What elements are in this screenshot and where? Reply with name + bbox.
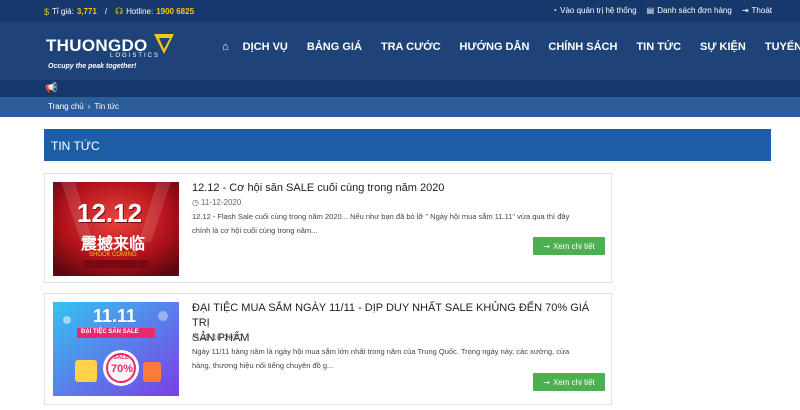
- hotline-value: 1900 6825: [156, 7, 195, 16]
- nav-item-tuyen-dung[interactable]: TUYỂN DỤNG: [765, 41, 800, 53]
- post-excerpt: 12.12 - Flash Sale cuối cùng trong năm 2…: [192, 210, 602, 238]
- thumb-cn-text: 震撼来临: [81, 234, 146, 253]
- view-detail-button[interactable]: ➞ Xem chi tiết: [533, 237, 605, 255]
- post-card: 11.11 ĐẠI TIỆC SĂN SALE SALE 70% ĐẠI TIỆ…: [44, 293, 612, 405]
- thumb-sale-text: SALE: [113, 355, 130, 361]
- post-date-text: 11-12-2020: [200, 198, 242, 207]
- thumb-percent-text: 70%: [111, 363, 134, 375]
- nav-item-dich-vu[interactable]: DỊCH VỤ: [243, 41, 288, 53]
- post-card: 12.12 震撼来临 SHOCK COMING 12.12 - Cơ hội s…: [44, 173, 612, 283]
- section-title: TIN TỨC: [51, 139, 100, 153]
- admin-link[interactable]: ◔ Vào quản trị hệ thống: [552, 6, 636, 15]
- logout-link[interactable]: ⇥ Thoát: [742, 6, 772, 15]
- post-date: ◷ 11-12-2020: [192, 198, 241, 207]
- thumb-en-text: SHOCK COMING: [89, 252, 137, 258]
- exchange-value: 3,771: [76, 7, 97, 16]
- post-excerpt: Ngày 11/11 hàng năm là ngày hội mua sắm …: [192, 345, 602, 373]
- post-excerpt-line: chính là cơ hội cuối cùng trong năm...: [192, 226, 318, 235]
- post-excerpt-line: hàng, thương hiệu nổi tiếng chuyên đồ g.…: [192, 361, 334, 370]
- clock-icon: ◷: [192, 198, 199, 207]
- nav-item-huong-dan[interactable]: HƯỚNG DẪN: [460, 41, 530, 53]
- orders-link-label: Danh sách đơn hàng: [657, 6, 732, 15]
- admin-link-label: Vào quản trị hệ thống: [560, 6, 637, 15]
- breadcrumb-current: Tin tức: [94, 102, 120, 111]
- thumb-banner-text: ĐẠI TIỆC SĂN SALE: [81, 329, 139, 335]
- dashboard-icon: ◔: [552, 6, 558, 15]
- post-thumbnail[interactable]: 11.11 ĐẠI TIỆC SĂN SALE SALE 70%: [53, 302, 179, 396]
- post-excerpt-line: Ngày 11/11 hàng năm là ngày hội mua sắm …: [192, 347, 570, 356]
- thumb-big-text: 12.12: [77, 198, 143, 228]
- list-icon: ▤: [646, 6, 655, 15]
- nav-item-bang-gia[interactable]: BẢNG GIÁ: [307, 41, 362, 53]
- breadcrumb-inner: Trang chủ › Tin tức: [48, 102, 119, 111]
- view-detail-button[interactable]: ➞ Xem chi tiết: [533, 373, 605, 391]
- divider: /: [104, 7, 108, 16]
- arrow-right-icon: ➞: [543, 241, 550, 251]
- nav-item-su-kien[interactable]: SỰ KIỆN: [700, 41, 746, 53]
- hotline-label: Hotline:: [126, 7, 154, 16]
- top-bar: $ Tỉ giá: 3,771 / ☊ Hotline: 1900 6825 ◔…: [0, 0, 800, 22]
- headset-icon: ☊: [115, 6, 124, 16]
- nav-item-tin-tuc[interactable]: TIN TỨC: [636, 41, 681, 53]
- post-thumbnail[interactable]: 12.12 震撼来临 SHOCK COMING: [53, 182, 179, 276]
- post-excerpt-line: 12.12 - Flash Sale cuối cùng trong năm 2…: [192, 212, 570, 221]
- section-heading: TIN TỨC: [44, 129, 771, 161]
- top-bar-left: $ Tỉ giá: 3,771 / ☊ Hotline: 1900 6825: [44, 6, 194, 17]
- post-title-line: SẢN PHẨM: [192, 332, 250, 344]
- breadcrumb-separator: ›: [87, 102, 91, 111]
- arrow-right-icon: ➞: [543, 377, 550, 387]
- nav-item-tra-cuoc[interactable]: TRA CƯỚC: [381, 41, 441, 53]
- post-title[interactable]: 12.12 - Cơ hội săn SALE cuối cùng trong …: [192, 181, 602, 196]
- logo-mark-icon: [154, 34, 174, 54]
- logout-icon: ⇥: [741, 6, 749, 15]
- view-detail-label: Xem chi tiết: [552, 377, 595, 387]
- site-logo[interactable]: THUONGDO LOGISTICS Occupy the peak toget…: [46, 30, 196, 74]
- megaphone-icon: 📢: [45, 83, 58, 94]
- logout-link-label: Thoát: [751, 6, 772, 15]
- main-nav: ⌂ DỊCH VỤ BẢNG GIÁ TRA CƯỚC HƯỚNG DẪN CH…: [222, 41, 800, 53]
- post-date-text: 29-10-2020: [200, 333, 242, 342]
- post-title-line: ĐẠI TIỆC MUA SẮM NGÀY 11/11 - DỊP DUY NH…: [192, 302, 590, 329]
- exchange-rate: $ Tỉ giá: 3,771: [44, 7, 97, 17]
- announcement-strip: 📢: [0, 80, 800, 97]
- orders-link[interactable]: ▤ Danh sách đơn hàng: [647, 6, 732, 15]
- clock-icon: ◷: [192, 333, 199, 342]
- post-date: ◷ 29-10-2020: [192, 333, 242, 342]
- thumb-big-text: 11.11: [93, 306, 137, 326]
- main-header: THUONGDO LOGISTICS Occupy the peak toget…: [0, 22, 800, 80]
- nav-item-chinh-sach[interactable]: CHÍNH SÁCH: [548, 41, 617, 53]
- breadcrumb: Trang chủ › Tin tức: [0, 97, 800, 117]
- hotline[interactable]: ☊ Hotline: 1900 6825: [115, 6, 194, 17]
- top-bar-right: ◔ Vào quản trị hệ thống ▤ Danh sách đơn …: [552, 6, 772, 15]
- view-detail-label: Xem chi tiết: [552, 241, 595, 251]
- coins-icon: $: [44, 6, 50, 17]
- thumbnail-image-1212: [53, 182, 179, 276]
- home-icon[interactable]: ⌂: [222, 41, 229, 53]
- exchange-label: Tỉ giá:: [52, 7, 74, 16]
- post-title[interactable]: ĐẠI TIỆC MUA SẮM NGÀY 11/11 - DỊP DUY NH…: [192, 301, 602, 346]
- breadcrumb-home[interactable]: Trang chủ: [48, 102, 84, 111]
- logo-tagline: Occupy the peak together!: [48, 63, 137, 70]
